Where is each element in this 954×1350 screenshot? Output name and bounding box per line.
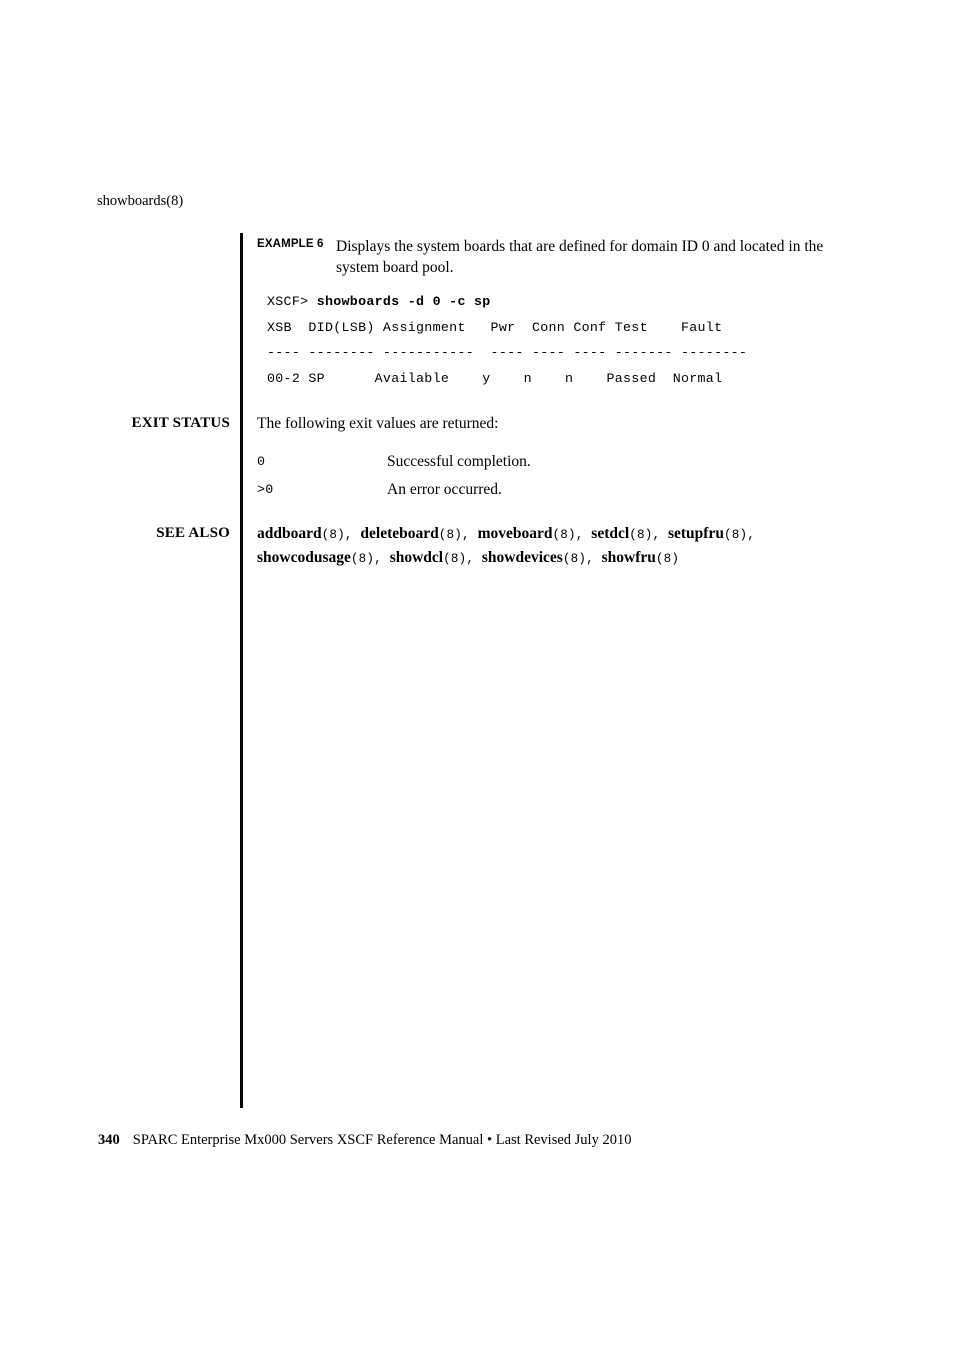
see-also-section: (8),: [438, 528, 478, 542]
see-also-section: (8),: [629, 528, 668, 542]
see-also-command[interactable]: setdcl: [591, 525, 629, 542]
see-also-section: (8): [655, 551, 680, 566]
exit-status-intro: The following exit values are returned:: [257, 415, 499, 432]
see-also-section: (8),: [562, 551, 602, 566]
see-also-command[interactable]: showdcl: [390, 549, 443, 566]
see-also-command[interactable]: moveboard: [478, 525, 553, 542]
see-also-command[interactable]: addboard: [257, 525, 322, 542]
terminal-table-separator: ---- -------- ----------- ---- ---- ----…: [267, 345, 748, 361]
terminal-table-row: 00-2 SP Available y n n Passed Normal: [267, 370, 723, 386]
running-head: showboards(8): [97, 193, 184, 209]
terminal-listing: XSCF> showboards -d 0 -c sp XSB DID(LSB)…: [267, 289, 747, 391]
footer-page-number: 340: [98, 1132, 120, 1148]
see-also-list: addboard(8), deleteboard(8), moveboard(8…: [257, 523, 817, 570]
section-label-see-also: SEE ALSO: [156, 525, 230, 541]
see-also-command[interactable]: showdevices: [482, 549, 563, 566]
see-also-section: (8),: [443, 551, 482, 566]
terminal-command: showboards -d 0 -c sp: [316, 294, 491, 309]
exit-status-code: >0: [257, 482, 274, 497]
example-tag: EXAMPLE 6: [257, 238, 324, 250]
terminal-table-header: XSB DID(LSB) Assignment Pwr Conn Conf Te…: [267, 319, 723, 335]
exit-status-description: Successful completion.: [387, 453, 531, 470]
section-label-exit-status: EXIT STATUS: [131, 415, 230, 431]
see-also-command[interactable]: setupfru: [668, 525, 724, 542]
exit-status-code: 0: [257, 454, 266, 469]
see-also-command[interactable]: showcodusage: [257, 549, 351, 566]
terminal-prompt: XSCF>: [267, 294, 317, 309]
see-also-section: (8),: [552, 528, 592, 542]
page-footer: 340 SPARC Enterprise Mx000 Servers XSCF R…: [98, 1131, 631, 1150]
example-block: EXAMPLE 6 Displays the system boards tha…: [257, 236, 857, 278]
example-description: Displays the system boards that are defi…: [336, 238, 824, 276]
see-also-section: (8),: [723, 528, 755, 542]
see-also-command[interactable]: deleteboard: [360, 525, 438, 542]
exit-status-description: An error occurred.: [387, 481, 502, 498]
see-also-section: (8),: [321, 528, 361, 542]
see-also-command[interactable]: showfru: [602, 549, 656, 566]
see-also-section: (8),: [350, 551, 390, 566]
side-head-rule: [240, 233, 243, 1108]
manual-page: showboards(8) EXIT STATUS SEE ALSO EXAMP…: [0, 0, 954, 1350]
footer-text: SPARC Enterprise Mx000 Servers XSCF Refe…: [132, 1132, 632, 1148]
